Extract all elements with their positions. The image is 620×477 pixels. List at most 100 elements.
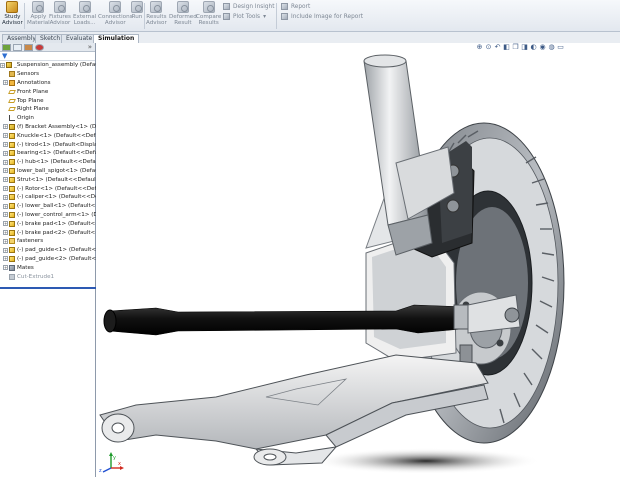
tree-item[interactable]: + Strut<1> (Default<<Default> (3, 175, 103, 184)
tree-item-label: (-) caliper<1> (Default<<Def (17, 194, 101, 201)
tree-item[interactable]: +Origin (3, 114, 34, 123)
expand-toggle-icon[interactable]: + (3, 238, 8, 244)
expand-toggle-icon[interactable]: + (3, 150, 8, 156)
tree-item[interactable]: + (-) tirod<1> (Default<Display (3, 140, 101, 149)
external-loads-icon (78, 1, 91, 13)
expand-toggle-icon[interactable]: + (3, 133, 8, 139)
asm-icon (9, 123, 15, 130)
tree-item-label: lower_ball_spigot<1> (Defaul (17, 167, 101, 174)
include-image-label: Include Image for Report (291, 13, 363, 20)
tree-item[interactable]: + _Suspension_assembly (Default< (0, 61, 107, 70)
tree-item[interactable]: + (-) caliper<1> (Default<<Def (3, 193, 101, 202)
expand-toggle-icon[interactable]: + (3, 142, 8, 148)
coordinate-triad: y x z (99, 452, 124, 473)
tree-item[interactable]: +Sensors (3, 70, 39, 79)
expand-toggle-icon[interactable]: + (3, 247, 8, 253)
tree-item-label: Right Plane (17, 106, 49, 113)
include-image-button[interactable]: Include Image for Report (281, 13, 363, 20)
part-icon (9, 203, 15, 210)
design-insight-button[interactable]: Design Insight (223, 3, 275, 10)
part-icon (9, 220, 15, 227)
tree-item[interactable]: +Right Plane (3, 105, 49, 114)
expand-toggle-icon[interactable]: + (3, 265, 8, 271)
plane-icon (8, 98, 16, 103)
part-icon (9, 185, 15, 192)
expand-toggle-icon[interactable]: + (3, 230, 8, 236)
ground-shadow (311, 448, 541, 474)
panel-splitter[interactable] (0, 287, 96, 289)
deformed-result-button[interactable]: Deformed Result (169, 1, 197, 26)
tree-item-label: fasteners (17, 238, 44, 245)
tree-item[interactable]: + Mates (3, 263, 34, 272)
expand-toggle-icon[interactable]: + (3, 203, 8, 209)
property-manager-tab-icon[interactable] (13, 44, 22, 51)
part-icon (9, 150, 15, 157)
expand-toggle-icon[interactable]: + (3, 256, 8, 262)
tree-item[interactable]: +Front Plane (3, 87, 48, 96)
sensor-icon (9, 71, 15, 78)
results-advisor-button[interactable]: Results Advisor (146, 1, 167, 26)
tree-item[interactable]: + (-) lower_control_arm<1> (D (3, 211, 98, 220)
filter-icon[interactable]: ▼ (2, 53, 10, 60)
expand-toggle-icon[interactable]: + (3, 212, 8, 218)
tree-item[interactable]: + fasteners (3, 237, 43, 246)
deformed-result-label: Deformed Result (169, 14, 197, 27)
feature-manager-tab-icon[interactable] (2, 44, 11, 51)
tree-item[interactable]: + lower_ball_spigot<1> (Defaul (3, 167, 100, 176)
tree-item-label: Front Plane (17, 88, 49, 95)
expand-toggle-icon[interactable]: + (3, 80, 8, 86)
tree-item[interactable]: + Annotations (3, 79, 51, 88)
run-button[interactable]: Run (131, 1, 143, 20)
tree-item[interactable]: + (-) lower_ball<1> (Default<< (3, 202, 100, 211)
external-loads-button[interactable]: External Loads... (73, 1, 96, 26)
study-advisor-button[interactable]: Study Advisor (2, 1, 23, 26)
tree-item[interactable]: +Cut-Extrude1 (3, 272, 54, 281)
tree-item[interactable]: + (-) pad_guide<2> (Default<< (3, 255, 101, 264)
tree-item[interactable]: + Knuckle<1> (Default<<Defaul (3, 131, 104, 140)
tree-item[interactable]: +Top Plane (3, 96, 44, 105)
tree-item-label: Cut-Extrude1 (17, 273, 55, 280)
study-advisor-icon (6, 1, 19, 13)
graphics-area[interactable]: ⊕ ⊙ ↶ ◧ ❐ ◨ ◐ ◉ ◍ ▭ y x z (96, 43, 620, 477)
design-insight-icon (223, 3, 230, 10)
tree-item[interactable]: + (-) pad_guide<1> (Default<< (3, 246, 101, 255)
apply-material-button[interactable]: Apply Material (27, 1, 50, 26)
chevron-right-icon[interactable]: » (88, 43, 92, 51)
fixtures-advisor-button[interactable]: Fixtures Advisor (49, 1, 71, 26)
tree-item[interactable]: + (-) hub<1> (Default<<Default (3, 158, 103, 167)
display-manager-tab-icon[interactable] (35, 44, 44, 51)
tree-item[interactable]: + (-) brake pad<1> (Default<< (3, 219, 100, 228)
camera-icon (281, 13, 288, 20)
connections-advisor-label: Connections Advisor (98, 14, 133, 27)
apply-material-label: Apply Material (27, 14, 50, 27)
expand-toggle-icon[interactable]: + (3, 124, 8, 130)
tree-item[interactable]: + bearing<1> (Default<<Defaul (3, 149, 103, 158)
configuration-manager-tab-icon[interactable] (24, 44, 33, 51)
tab-simulation[interactable]: Simulation (93, 34, 140, 43)
tree-item[interactable]: + (-) brake pad<2> (Default<< (3, 228, 100, 237)
expand-toggle-icon[interactable]: + (3, 168, 8, 174)
tree-item[interactable]: + (f) Bracket Assembly<1> (De (3, 123, 100, 132)
report-button[interactable]: Report (281, 3, 310, 10)
expand-toggle-icon[interactable]: + (3, 194, 8, 200)
tree-item-label: (-) pad_guide<2> (Default<< (17, 255, 101, 262)
tree-item-label: (-) lower_control_arm<1> (D (17, 211, 98, 218)
expand-toggle-icon[interactable]: + (3, 221, 8, 227)
expand-toggle-icon[interactable]: + (0, 62, 5, 68)
tree-item[interactable]: + (-) Rotor<1> (Default<<Defau (3, 184, 104, 193)
expand-toggle-icon[interactable]: + (3, 159, 8, 165)
chevron-down-icon: ▾ (263, 13, 266, 20)
fixtures-advisor-label: Fixtures Advisor (49, 14, 71, 27)
connections-advisor-button[interactable]: Connections Advisor (98, 1, 133, 26)
compare-results-icon (202, 1, 215, 13)
part-icon (9, 229, 15, 236)
plot-tools-button[interactable]: Plot Tools ▾ (223, 13, 266, 20)
tab-evaluate[interactable]: Evaluate (61, 34, 98, 43)
expand-toggle-icon[interactable]: + (3, 177, 8, 183)
expand-toggle-icon[interactable]: + (3, 186, 8, 192)
folder-icon (9, 238, 15, 245)
plot-tools-label: Plot Tools (233, 13, 261, 20)
report-icon (281, 3, 288, 10)
compare-results-button[interactable]: Compare Results (196, 1, 221, 26)
panel-tab-strip: » (0, 43, 95, 52)
